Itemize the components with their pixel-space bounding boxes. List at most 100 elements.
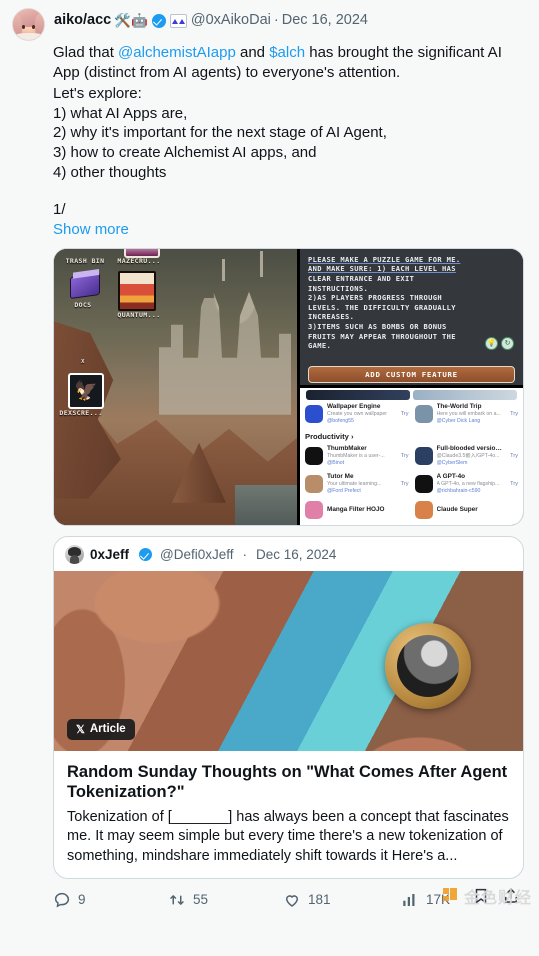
app-author[interactable]: @Cyber Dick Lang — [437, 418, 505, 425]
desktop-label-dexscreener[interactable]: DEXSCRE... — [54, 409, 108, 417]
try-button[interactable]: Try — [508, 411, 518, 417]
cashtag-link[interactable]: $alch — [269, 44, 305, 61]
quoted-tweet[interactable]: 0xJeff @Defi0xJeff · Dec 16, 2024 𝕏 Arti… — [53, 535, 524, 879]
store-panel: Wallpaper Engine Create you own wallpape… — [300, 387, 523, 525]
separator-dot: · — [273, 12, 279, 28]
app-author[interactable]: @CyberSlem — [437, 460, 505, 467]
separator-dot: · — [242, 546, 248, 562]
store-category-header[interactable]: Productivity › — [300, 428, 523, 442]
app-author[interactable]: @Binot — [327, 460, 395, 467]
avatar[interactable] — [12, 8, 45, 41]
author-line: aiko/acc 🛠️🤖 @0xAikoDai · Dec 16, 2024 — [54, 8, 368, 30]
store-item[interactable]: Wallpaper Engine Create you own wallpape… — [305, 400, 409, 428]
store-row: Tutor Me Your ultimate learning... @Ford… — [300, 470, 523, 498]
app-icon — [414, 500, 433, 519]
try-button[interactable]: Try — [508, 481, 518, 487]
hero-thumb — [413, 389, 517, 400]
reply-icon — [53, 891, 71, 909]
watermark-text: 金色财经 — [463, 887, 532, 907]
quoted-verified-badge-icon — [139, 547, 153, 561]
media-image-store[interactable]: Wallpaper Engine Create you own wallpape… — [300, 387, 523, 525]
prompt-line: INSTRUCTIONS. — [308, 283, 369, 293]
avatar-art — [22, 25, 25, 29]
avatar-art — [15, 33, 43, 40]
media-grid: TRASH BIN MAZECRU... DOCS QUANTUM... ✕ X… — [53, 247, 524, 526]
app-desc: A GPT-4o, a new flagship... — [436, 480, 500, 487]
prompt-line: CLEAR ENTRANCE AND EXIT — [308, 273, 415, 283]
prompt-line: LEVELS. THE DIFFICULTY GRADUALLY — [308, 302, 456, 312]
desktop-icon-dexscreener[interactable]: 🦅 — [68, 372, 104, 409]
quoted-avatar[interactable] — [65, 544, 84, 564]
try-button[interactable]: Try — [399, 453, 409, 459]
app-author[interactable]: @bofeng55 — [327, 418, 395, 425]
app-desc: Here you will embark on a... — [436, 410, 501, 417]
like-action[interactable]: 181 — [283, 891, 401, 909]
quoted-image[interactable]: 𝕏 Article — [54, 570, 523, 751]
add-custom-feature-button[interactable]: ADD CUSTOM FEATURE — [308, 365, 515, 383]
store-row: Manga Filter HOJO Claude Super — [300, 498, 523, 522]
app-icon — [414, 404, 433, 423]
tweet-container: aiko/acc 🛠️🤖 @0xAikoDai · Dec 16, 2024 G… — [0, 0, 539, 909]
app-icon — [305, 446, 323, 465]
app-author[interactable]: @richbahrain-c590 — [437, 488, 505, 495]
reply-action[interactable]: 9 — [53, 891, 168, 909]
media-right-column: PLEASE MAKE A PUZZLE GAME FOR ME. AND MA… — [300, 248, 523, 525]
quoted-date: Dec 16, 2024 — [256, 546, 337, 562]
lightbulb-icon[interactable]: 💡 — [485, 336, 498, 350]
store-item[interactable]: Claude Super — [414, 498, 519, 522]
try-button[interactable]: Try — [399, 481, 409, 487]
store-item[interactable]: A GPT-4o A GPT-4o, a new flagship... @ri… — [414, 470, 518, 498]
store-item[interactable]: The-World Trip Here you will embark on a… — [414, 400, 518, 428]
affiliate-badge-icon[interactable] — [169, 13, 187, 28]
repost-icon — [168, 891, 186, 909]
tweet-text: Glad that @alchemistAIapp and $alch has … — [12, 41, 527, 82]
store-item[interactable]: Tutor Me Your ultimate learning... @Ford… — [305, 470, 409, 498]
app-desc: Create you own wallpaper — [327, 410, 387, 417]
store-item[interactable]: Manga Filter HOJO — [305, 498, 409, 522]
author-display-name[interactable]: aiko/acc — [54, 11, 111, 30]
prompt-panel: PLEASE MAKE A PUZZLE GAME FOR ME. AND MA… — [300, 248, 523, 385]
app-name: Manga Filter HOJO — [327, 505, 385, 513]
watermark-logo-icon — [442, 887, 461, 905]
quoted-article-text: Tokenization of [_______] has always bee… — [67, 808, 509, 864]
verified-badge-icon[interactable] — [151, 13, 166, 28]
desktop-label-maze[interactable]: MAZECRU... — [112, 257, 166, 265]
mention-link[interactable]: @alchemistAIapp — [118, 44, 236, 61]
quoted-handle: @Defi0xJeff — [160, 546, 234, 562]
desktop-icon-quantum[interactable] — [118, 270, 156, 311]
media-image-desktop[interactable]: TRASH BIN MAZECRU... DOCS QUANTUM... ✕ X… — [54, 248, 297, 525]
store-item[interactable]: Full-blooded version o... @Claude3.5嵌入/G… — [414, 442, 518, 470]
hero-thumb — [306, 389, 410, 400]
media-image-prompt[interactable]: PLEASE MAKE A PUZZLE GAME FOR ME. AND MA… — [300, 248, 523, 385]
try-button[interactable]: Try — [399, 411, 409, 417]
app-icon — [305, 500, 323, 519]
repost-count: 55 — [193, 892, 209, 908]
prompt-line: INCREASES. — [308, 312, 355, 322]
author-handle[interactable]: @0xAikoDai — [191, 11, 271, 30]
desktop-label-x[interactable]: X — [56, 359, 110, 365]
coin-graphic — [385, 622, 471, 709]
store-item[interactable]: ThumbMaker ThumbMaker is a user-... @Bin… — [305, 442, 409, 470]
repost-action[interactable]: 55 — [168, 891, 283, 909]
try-button[interactable]: Try — [508, 453, 518, 459]
prompt-action-icons: 💡 ↻ — [485, 336, 514, 350]
tweet-date[interactable]: Dec 16, 2024 — [282, 11, 368, 30]
desktop-label-quantum[interactable]: QUANTUM... — [112, 311, 166, 319]
app-name: Full-blooded version o... — [436, 444, 505, 452]
desktop-label-docs[interactable]: DOCS — [56, 301, 110, 309]
scene-spire — [222, 258, 225, 281]
show-more-link[interactable]: Show more — [12, 220, 527, 238]
refresh-icon[interactable]: ↻ — [501, 336, 514, 350]
app-name: Claude Super — [436, 505, 478, 513]
scene-water — [235, 484, 297, 525]
store-row: ThumbMaker ThumbMaker is a user-... @Bin… — [300, 442, 523, 470]
tweet-header: aiko/acc 🛠️🤖 @0xAikoDai · Dec 16, 2024 — [12, 8, 527, 41]
quoted-article-title: Random Sunday Thoughts on "What Comes Af… — [67, 762, 508, 801]
desktop-label-trash[interactable]: TRASH BIN — [58, 257, 112, 265]
text-segment: and — [235, 44, 270, 61]
desktop-icon-docs[interactable] — [70, 272, 100, 299]
app-author[interactable]: @Ford Prefect — [327, 488, 395, 495]
like-count: 181 — [308, 892, 331, 908]
avatar-art — [32, 25, 35, 29]
heart-icon — [283, 891, 301, 909]
